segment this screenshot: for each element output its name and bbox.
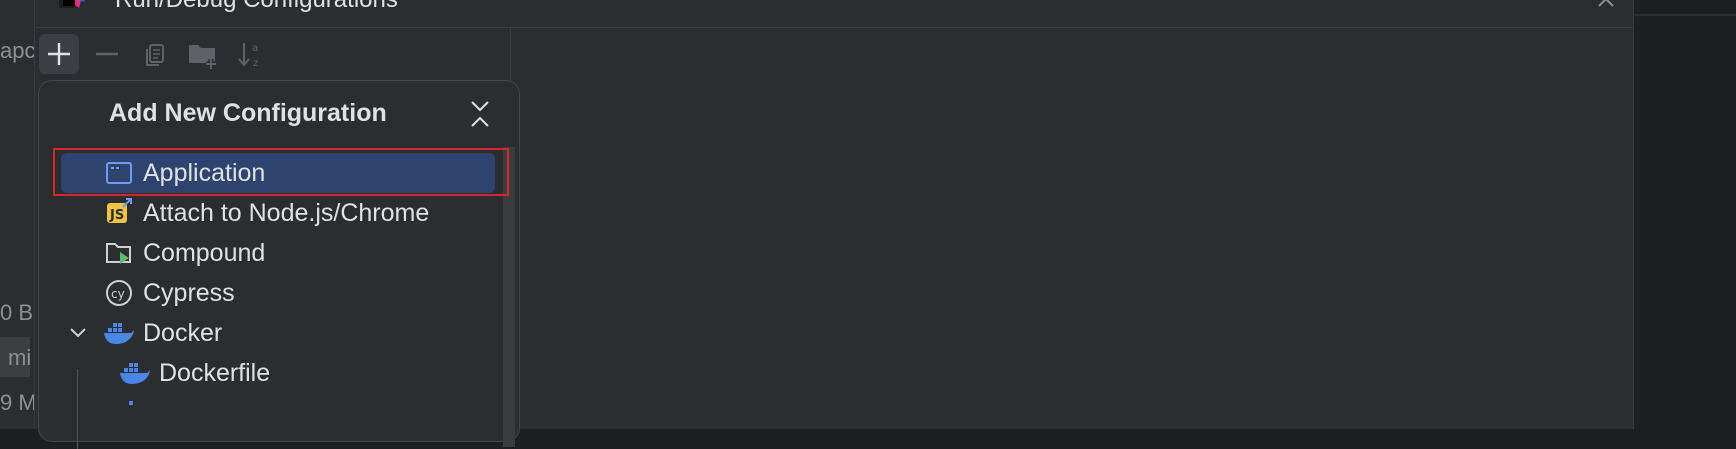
list-item-compound[interactable]: Compound [39, 233, 499, 273]
list-item-label: Dockerfile [159, 358, 271, 387]
background-ide-right [1632, 0, 1736, 429]
remove-configuration-button[interactable] [87, 34, 127, 74]
list-item-label: Docker [143, 318, 223, 347]
chevron-down-icon[interactable] [67, 321, 89, 343]
nodejs-icon: JS [107, 198, 132, 223]
svg-text:cy: cy [111, 287, 125, 301]
background-ide-panel: apc 0 B mi 9 M [0, 0, 37, 429]
close-icon[interactable] [1597, 0, 1615, 8]
new-folder-icon [189, 45, 216, 69]
list-item-docker[interactable]: Docker [39, 313, 499, 353]
configurations-toolbar: a z [35, 28, 510, 78]
docker-icon [104, 323, 134, 344]
svg-text:z: z [253, 58, 258, 69]
list-item-dockerfile[interactable]: Dockerfile [39, 353, 499, 393]
tree-guide-line [77, 369, 78, 449]
configuration-details-pane [511, 28, 1633, 429]
sort-alpha-icon: a z [238, 43, 258, 69]
popup-title: Add New Configuration [109, 99, 387, 127]
sort-configurations-button[interactable]: a z [231, 34, 271, 74]
cypress-icon: cy [106, 280, 132, 306]
selection-highlight [53, 148, 509, 196]
list-item-label: Attach to Node.js/Chrome [143, 198, 430, 227]
add-icon [48, 43, 70, 65]
list-item-partial[interactable] [39, 393, 499, 433]
list-item-label: Cypress [143, 278, 235, 307]
collapse-icon[interactable] [469, 99, 491, 129]
copy-configuration-button[interactable] [135, 34, 175, 74]
docker-icon [120, 363, 150, 384]
background-text-fragment: apc [0, 38, 36, 63]
list-item-application[interactable]: Application [39, 148, 509, 196]
copy-icon [146, 44, 164, 66]
background-chip: mi [0, 337, 32, 377]
compound-icon [106, 243, 131, 264]
remove-icon [96, 52, 118, 56]
list-item-attach-nodejs-chrome[interactable]: JS Attach to Node.js/Chrome [39, 193, 499, 233]
dialog-titlebar: Run/Debug Configurations [35, 0, 1633, 28]
background-text-fragment: 0 B [0, 300, 34, 325]
new-folder-button[interactable] [183, 34, 223, 74]
svg-text:JS: JS [109, 208, 124, 223]
dialog-title: Run/Debug Configurations [115, 0, 398, 14]
add-new-configuration-popup: Add New Configuration Application JS Att… [38, 80, 520, 449]
list-item-label: Compound [143, 238, 266, 267]
background-text-fragment: mi [8, 345, 32, 370]
intellij-logo-icon [59, 0, 85, 8]
list-item-cypress[interactable]: cy Cypress [39, 273, 499, 313]
svg-text:a: a [252, 43, 258, 54]
docker-icon [129, 401, 133, 405]
add-configuration-button[interactable] [39, 34, 79, 74]
background-text-fragment: 9 M [0, 390, 37, 415]
